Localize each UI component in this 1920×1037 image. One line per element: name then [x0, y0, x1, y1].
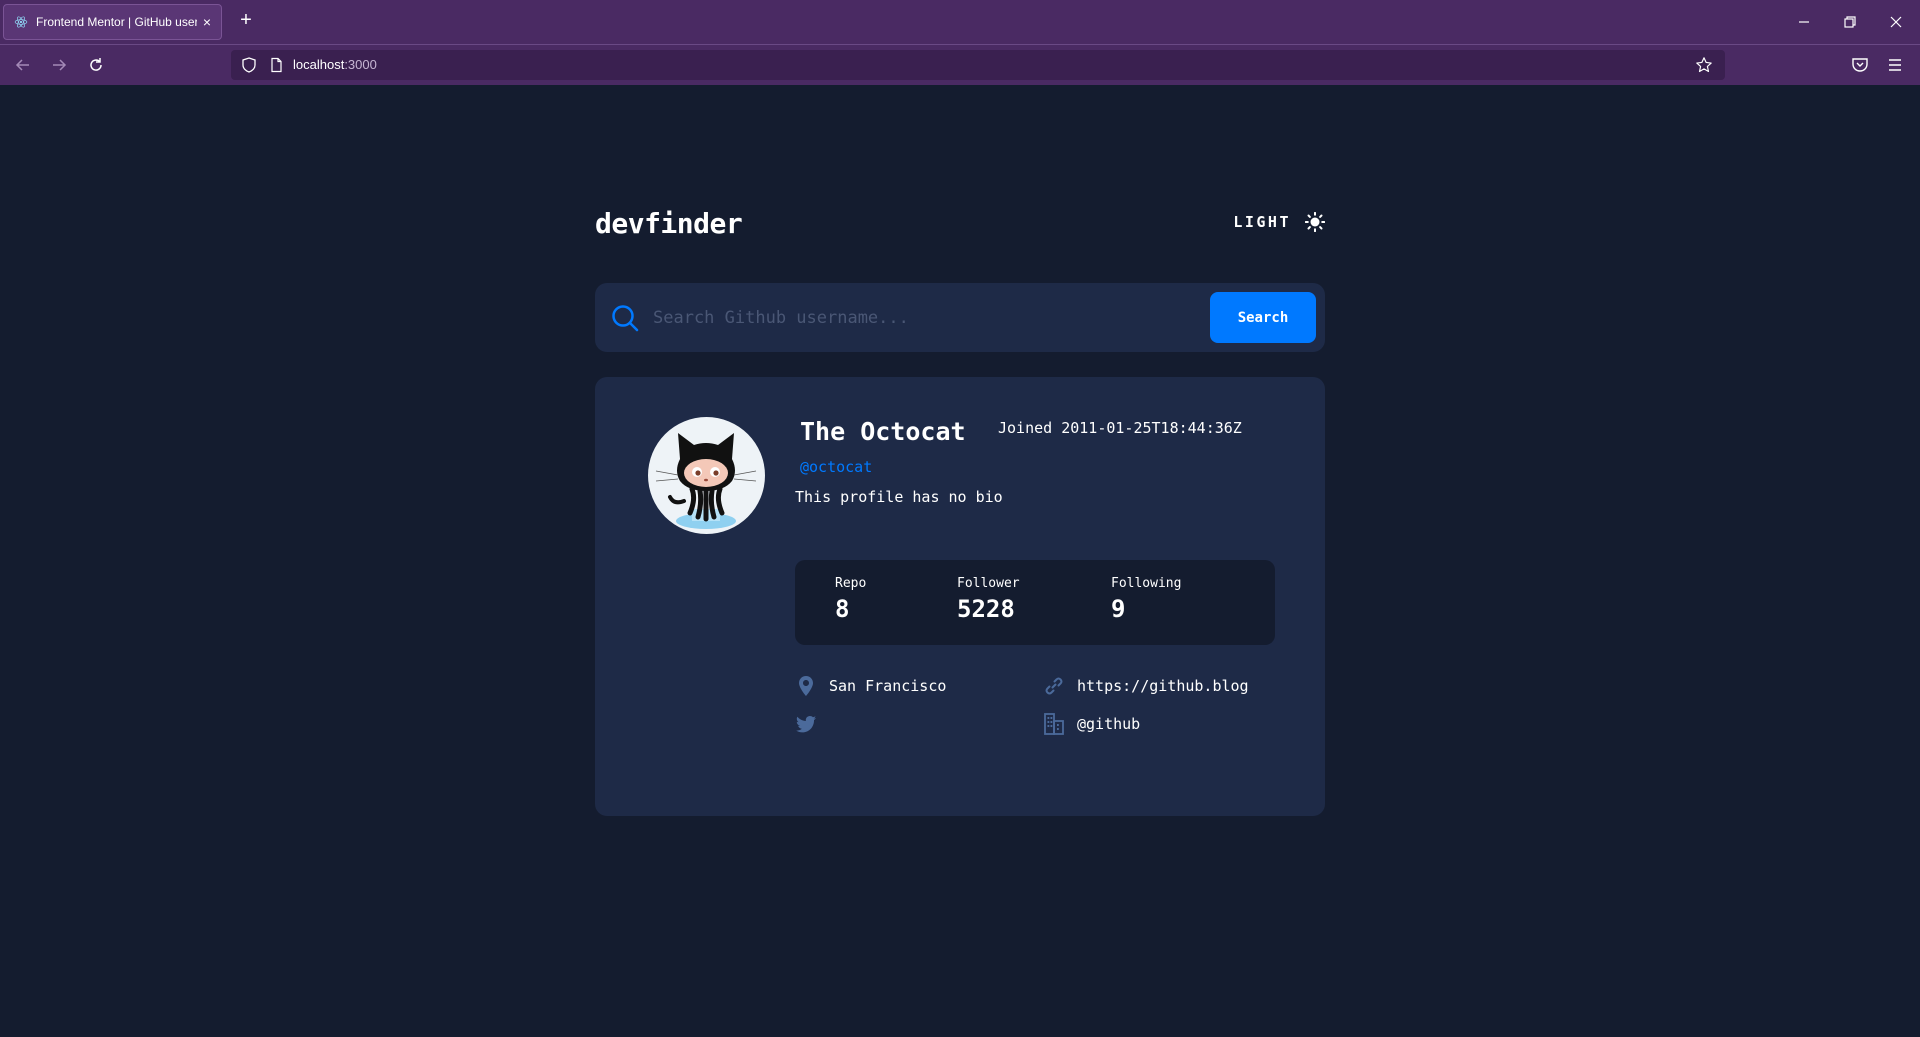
location-text: San Francisco [829, 677, 947, 695]
browser-tab[interactable]: Frontend Mentor | GitHub user search app… [3, 4, 222, 40]
stat-value: 5228 [957, 595, 1015, 623]
search-button[interactable]: Search [1210, 292, 1316, 343]
minimize-icon[interactable] [1794, 12, 1814, 32]
close-window-icon[interactable] [1886, 12, 1906, 32]
browser-tab-bar: Frontend Mentor | GitHub user search app… [0, 0, 1920, 44]
theme-label: LIGHT [1233, 213, 1291, 231]
blog-link[interactable]: https://github.blog [1077, 677, 1249, 695]
stat-followers: Follower 5228 [957, 576, 1020, 623]
stat-label: Following [1111, 576, 1182, 591]
link-icon [1043, 675, 1065, 697]
location-info: San Francisco [795, 675, 946, 697]
page-icon [271, 57, 282, 73]
joined-date: Joined 2011-01-25T18:44:36Z [998, 419, 1242, 437]
search-input[interactable] [653, 302, 1173, 334]
search-icon [612, 305, 639, 332]
restore-icon[interactable] [1840, 12, 1860, 32]
react-icon [14, 16, 28, 28]
url-port: :3000 [344, 57, 377, 72]
app-logo: devfinder [595, 207, 743, 240]
sun-icon [1305, 212, 1325, 232]
company-text: @github [1077, 715, 1141, 733]
blog-info[interactable]: https://github.blog [1043, 675, 1249, 697]
bookmark-star-icon[interactable] [1695, 56, 1713, 74]
avatar [648, 417, 765, 534]
browser-nav-bar: localhost:3000 [0, 44, 1920, 85]
profile-name: The Octocat [800, 417, 966, 446]
stats-panel: Repo 8 Follower 5228 Following 9 [795, 560, 1275, 645]
tab-title: Frontend Mentor | GitHub user search app [36, 15, 197, 29]
theme-toggle[interactable]: LIGHT [1233, 212, 1325, 232]
twitter-info [795, 713, 829, 735]
stat-repos: Repo 8 [835, 576, 866, 623]
shield-icon[interactable] [241, 57, 257, 73]
profile-card: The Octocat Joined 2011-01-25T18:44:36Z … [595, 377, 1325, 816]
pocket-icon[interactable] [1850, 55, 1870, 75]
octocat-icon [655, 433, 757, 529]
new-tab-button[interactable]: + [236, 10, 256, 30]
profile-login-link[interactable]: @octocat [800, 458, 872, 476]
url-bar[interactable]: localhost:3000 [231, 50, 1725, 80]
stat-following: Following 9 [1111, 576, 1181, 623]
stat-label: Follower [957, 576, 1020, 591]
company-info: @github [1043, 713, 1140, 735]
search-bar: Search [595, 283, 1325, 352]
url-host: localhost [293, 57, 345, 72]
url-text[interactable]: localhost:3000 [293, 57, 377, 72]
twitter-icon [795, 713, 817, 735]
back-icon[interactable] [13, 55, 33, 75]
building-icon [1043, 713, 1065, 735]
reload-icon[interactable] [86, 55, 106, 75]
profile-bio: This profile has no bio [795, 488, 1003, 506]
forward-icon[interactable] [49, 55, 69, 75]
stat-label: Repo [835, 576, 867, 591]
stat-value: 9 [1111, 595, 1126, 623]
stat-value: 8 [835, 595, 850, 623]
tab-close-icon[interactable]: × [203, 14, 211, 30]
menu-icon[interactable] [1885, 55, 1905, 75]
location-pin-icon [795, 675, 817, 697]
